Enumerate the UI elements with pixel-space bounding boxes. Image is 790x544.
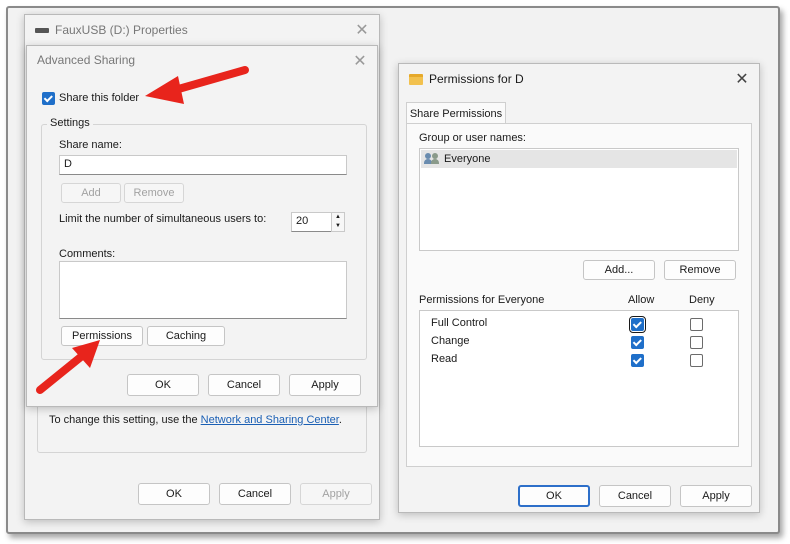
advanced-sharing-title: Advanced Sharing [37, 53, 136, 67]
share-folder-label[interactable]: Share this folder [59, 92, 139, 104]
spinner-down-icon[interactable]: ▼ [332, 222, 344, 231]
comments-input[interactable] [59, 261, 347, 319]
properties-titlebar: FauxUSB (D:) Properties ✕ [25, 15, 379, 45]
change-allow-checkbox[interactable] [631, 336, 644, 349]
permission-row-change: Change [431, 335, 470, 347]
properties-close-button[interactable]: ✕ [351, 19, 373, 41]
permissions-title: Permissions for D [429, 72, 524, 86]
properties-ok-button[interactable]: OK [138, 483, 210, 505]
permissions-add-button[interactable]: Add... [583, 260, 655, 280]
users-icon [424, 153, 441, 165]
properties-apply-button[interactable]: Apply [300, 483, 372, 505]
drive-icon [35, 27, 49, 33]
limit-users-input[interactable]: 20 [291, 212, 333, 232]
permissions-remove-button[interactable]: Remove [664, 260, 736, 280]
group-names-label: Group or user names: [419, 132, 526, 144]
permission-row-full-control: Full Control [431, 317, 488, 329]
user-name: Everyone [444, 153, 491, 165]
properties-cancel-button[interactable]: Cancel [219, 483, 291, 505]
share-remove-button[interactable]: Remove [124, 183, 184, 203]
allow-header: Allow [628, 294, 655, 306]
group-names-list[interactable]: Everyone [419, 148, 739, 251]
permissions-close-button[interactable]: ✕ [731, 68, 753, 90]
perm-header-label: Permissions for Everyone [419, 294, 545, 306]
permission-row-read: Read [431, 353, 458, 365]
hint-text: To change this setting, use the [49, 414, 198, 426]
caching-button[interactable]: Caching [147, 326, 225, 346]
tab-share-permissions[interactable]: Share Permissions [406, 102, 506, 124]
screenshot-canvas: FauxUSB (D:) Properties ✕ To change this… [0, 0, 790, 544]
full-control-allow-checkbox[interactable] [629, 316, 646, 333]
permissions-dialog: Permissions for D ✕ Share Permissions Gr… [398, 63, 760, 513]
advanced-sharing-titlebar: Advanced Sharing ✕ [27, 46, 377, 74]
permissions-titlebar: Permissions for D ✕ [399, 64, 759, 94]
limit-users-label: Limit the number of simultaneous users t… [59, 213, 267, 225]
permissions-apply-button[interactable]: Apply [680, 485, 752, 507]
share-name-label: Share name: [59, 139, 122, 151]
change-deny-checkbox[interactable] [690, 336, 703, 349]
share-add-button[interactable]: Add [61, 183, 121, 203]
properties-title: FauxUSB (D:) Properties [55, 23, 188, 37]
comments-label: Comments: [59, 248, 116, 260]
folder-icon [409, 73, 423, 85]
spinner-up-icon[interactable]: ▲ [332, 213, 344, 222]
advanced-sharing-dialog: Advanced Sharing ✕ Share this folder Set… [26, 45, 378, 407]
permissions-table: Full Control Change Read [419, 310, 739, 447]
hint-end: . [338, 414, 342, 426]
advanced-sharing-close-button[interactable]: ✕ [349, 50, 371, 72]
settings-group-title: Settings [47, 117, 93, 129]
network-sharing-center-link[interactable]: Network and Sharing Center [201, 414, 339, 426]
advanced-ok-button[interactable]: OK [127, 374, 199, 396]
tab-share-permissions-label: Share Permissions [409, 107, 503, 120]
advanced-cancel-button[interactable]: Cancel [208, 374, 280, 396]
permissions-cancel-button[interactable]: Cancel [599, 485, 671, 507]
permissions-button[interactable]: Permissions [61, 326, 143, 346]
limit-users-spinner[interactable]: ▲ ▼ [331, 212, 345, 232]
read-deny-checkbox[interactable] [690, 354, 703, 367]
properties-hint: To change this setting, use the Network … [49, 414, 342, 426]
share-folder-checkbox[interactable] [42, 92, 55, 105]
share-name-input[interactable]: D [59, 155, 347, 175]
advanced-apply-button[interactable]: Apply [289, 374, 361, 396]
permissions-ok-button[interactable]: OK [518, 485, 590, 507]
deny-header: Deny [689, 294, 715, 306]
full-control-deny-checkbox[interactable] [690, 318, 703, 331]
read-allow-checkbox[interactable] [631, 354, 644, 367]
list-item[interactable]: Everyone [421, 150, 737, 168]
